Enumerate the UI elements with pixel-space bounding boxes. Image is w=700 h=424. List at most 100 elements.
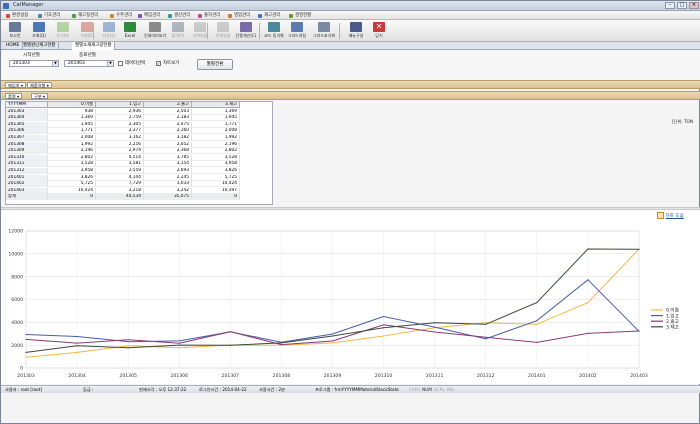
grid-cell: 5,725: [192, 174, 240, 181]
table-row[interactable]: 201305 1,945 2,305 2,475 1,771: [6, 121, 272, 128]
menu-item[interactable]: 재고정관리: [71, 12, 98, 19]
search-icon: [33, 22, 45, 32]
toolbar-button-label: 추가(A): [56, 33, 70, 38]
grid-cell: 1,992: [48, 141, 96, 148]
grid-cell: 3,581: [96, 161, 144, 168]
table-row[interactable]: 201304 1,369 2,759 2,183 1,945: [6, 115, 272, 122]
menu-item[interactable]: 생산관리: [167, 12, 190, 19]
menu-bullet-icon: [258, 14, 262, 18]
toolbar-button-calc[interactable]: 단종계산(C): [235, 21, 257, 41]
table-row[interactable]: 201306 1,771 2,377 2,160 2,008: [6, 128, 272, 135]
toolbar-button-menu-config[interactable]: 메뉴구성: [345, 21, 367, 41]
toolbar-button-delete[interactable]: 삭제(D): [76, 21, 98, 41]
grid-cell: 3,958: [48, 167, 96, 174]
data-point: [280, 342, 283, 344]
toolbar-button-search[interactable]: 조회(Q): [28, 21, 50, 41]
toolbar-button-preview[interactable]: 인쇄미리보기: [144, 21, 166, 41]
data-point: [485, 323, 487, 325]
toolbar-button-book[interactable]: 보고언: [4, 21, 26, 41]
grid-cell: 2,368: [144, 148, 192, 155]
chevron-down-icon: ▼: [52, 61, 58, 66]
toolbar-button-save[interactable]: 저장(S): [98, 21, 120, 41]
category-pill[interactable]: 구분 ▾: [31, 93, 49, 99]
menu-item-label: 경영현황: [295, 13, 312, 18]
menu-item[interactable]: 영업관리: [227, 12, 250, 19]
grid-cell: 2,802: [48, 154, 96, 161]
chart-help-label: 차트 도움: [665, 214, 684, 219]
table-row[interactable]: 201309 2,196 2,974 2,368 2,802: [6, 148, 272, 155]
toolbar-button-select-all[interactable]: 전체일괄: [212, 21, 234, 41]
end-month-select[interactable]: 201403 ▼: [64, 60, 114, 67]
grid-header-row[interactable]: YYYYMM 0.이월 1.입고 2.출고 3.재고: [6, 102, 272, 109]
close-window-button[interactable]: ×: [689, 2, 699, 9]
y-tick-label: 8000: [11, 274, 23, 280]
chevron-down-icon: ▼: [107, 61, 113, 66]
grid-cell: 2,183: [144, 115, 192, 122]
product-type-pill[interactable]: 제품유형 ▾: [27, 82, 52, 88]
table-row[interactable]: 201403 10,424 3,218 3,242 10,397: [6, 187, 272, 194]
chart-view-checkbox[interactable]: ✓ 차트보기: [156, 61, 179, 67]
table-row[interactable]: 201308 1,992 2,256 2,052 2,196: [6, 141, 272, 148]
menu-item[interactable]: 기초관리: [37, 12, 60, 19]
monthly-convert-button[interactable]: 월별전환: [197, 59, 233, 70]
table-row[interactable]: 201402 5,725 7,729 3,033 10,424: [6, 181, 272, 188]
data-select-checkbox[interactable]: 데이터선택: [118, 61, 145, 67]
grid-cell: 7,729: [96, 181, 144, 188]
status-program: 프로그램 : frmYYYYMMMaterialStockState: [315, 387, 399, 392]
grid-cell: 2,559: [96, 167, 144, 174]
menu-item-label: 수주관리: [116, 13, 133, 18]
grid-cell: 201307: [6, 134, 48, 141]
table-row[interactable]: 201310 2,802 4,514 3,785 3,528: [6, 154, 272, 161]
data-point: [331, 335, 334, 337]
tab-material-stock[interactable]: 월별소재재고량현황: [72, 42, 116, 50]
x-tick-label: 201303: [17, 373, 35, 379]
vendor-group-pill[interactable]: 매입처 ▾: [5, 82, 26, 88]
toolbar-button-grid-reset[interactable]: 그리드초기화: [313, 21, 335, 41]
grid-cell: 35,075: [144, 194, 192, 201]
category-label: 구분: [34, 94, 42, 99]
toolbar-button-excel[interactable]: Excel: [119, 21, 141, 41]
toolbar-button-print[interactable]: 출력(P): [167, 21, 189, 41]
toolbar-button-sync[interactable]: 코드 동기화: [263, 21, 285, 41]
end-month-value: 201403: [68, 61, 85, 66]
table-row[interactable]: 201401 3,826 4,144 2,245 5,725: [6, 174, 272, 181]
chart-help-link[interactable]: 차트 도움: [657, 212, 684, 219]
data-point: [536, 320, 538, 322]
item-name-pill[interactable]: 품명 ▾: [5, 93, 23, 99]
table-row[interactable]: 201311 3,528 3,581 3,154 3,958: [6, 161, 272, 168]
table-row[interactable]: 201312 3,958 2,559 2,693 3,826: [6, 167, 272, 174]
start-month-select[interactable]: 201303 ▼: [9, 60, 59, 67]
menu-item[interactable]: 환경설정: [5, 12, 28, 19]
status-session: 사용시간 : 2분: [259, 387, 286, 392]
menu-item[interactable]: 출하관리: [197, 12, 220, 19]
grid-cell: 201306: [6, 128, 48, 135]
data-point: [331, 342, 334, 344]
toolbar-button-grid-save[interactable]: 그리드저장: [286, 21, 308, 41]
toolbar-button-label: 저장(S): [102, 33, 116, 38]
grid-cell: 2.출고: [144, 102, 192, 109]
grid-total-row[interactable]: 합계 0 44,534 35,075 0: [6, 194, 272, 201]
table-row[interactable]: 201303 938 2,936 2,503 1,369: [6, 108, 272, 115]
menu-item[interactable]: 수주관리: [109, 12, 132, 19]
toolbar-button-label: Excel: [124, 33, 136, 38]
legend-label: 3.재고: [666, 324, 679, 331]
toolbar-button-close[interactable]: ✕ 닫기: [368, 21, 390, 41]
menu-item[interactable]: 매입관리: [137, 12, 160, 19]
menu-item[interactable]: 경영현황: [288, 12, 311, 19]
table-row[interactable]: 201307 2,008 3,162 3,182 1,992: [6, 134, 272, 141]
y-tick-label: 6000: [11, 297, 23, 303]
menu-item[interactable]: 재고관리: [257, 12, 280, 19]
menu-config-icon: [350, 22, 362, 32]
grid-cell: 938: [48, 108, 96, 115]
data-point: [76, 335, 78, 338]
minimize-button[interactable]: –: [665, 2, 675, 9]
data-point: [178, 344, 180, 346]
tab-fabric-stock[interactable]: 월별원단재고현황: [20, 42, 60, 50]
window-title: CatManager: [13, 2, 44, 8]
menu-item-label: 재고정관리: [78, 13, 99, 18]
toolbar-button-add[interactable]: 추가(A): [52, 21, 74, 41]
grid-cell: 2,693: [144, 167, 192, 174]
stock-grid[interactable]: YYYYMM 0.이월 1.입고 2.출고 3.재고 201303 938 2,936 2,50…: [5, 101, 273, 205]
maximize-button[interactable]: □: [677, 2, 687, 9]
grid-cell: 1,771: [192, 121, 240, 128]
